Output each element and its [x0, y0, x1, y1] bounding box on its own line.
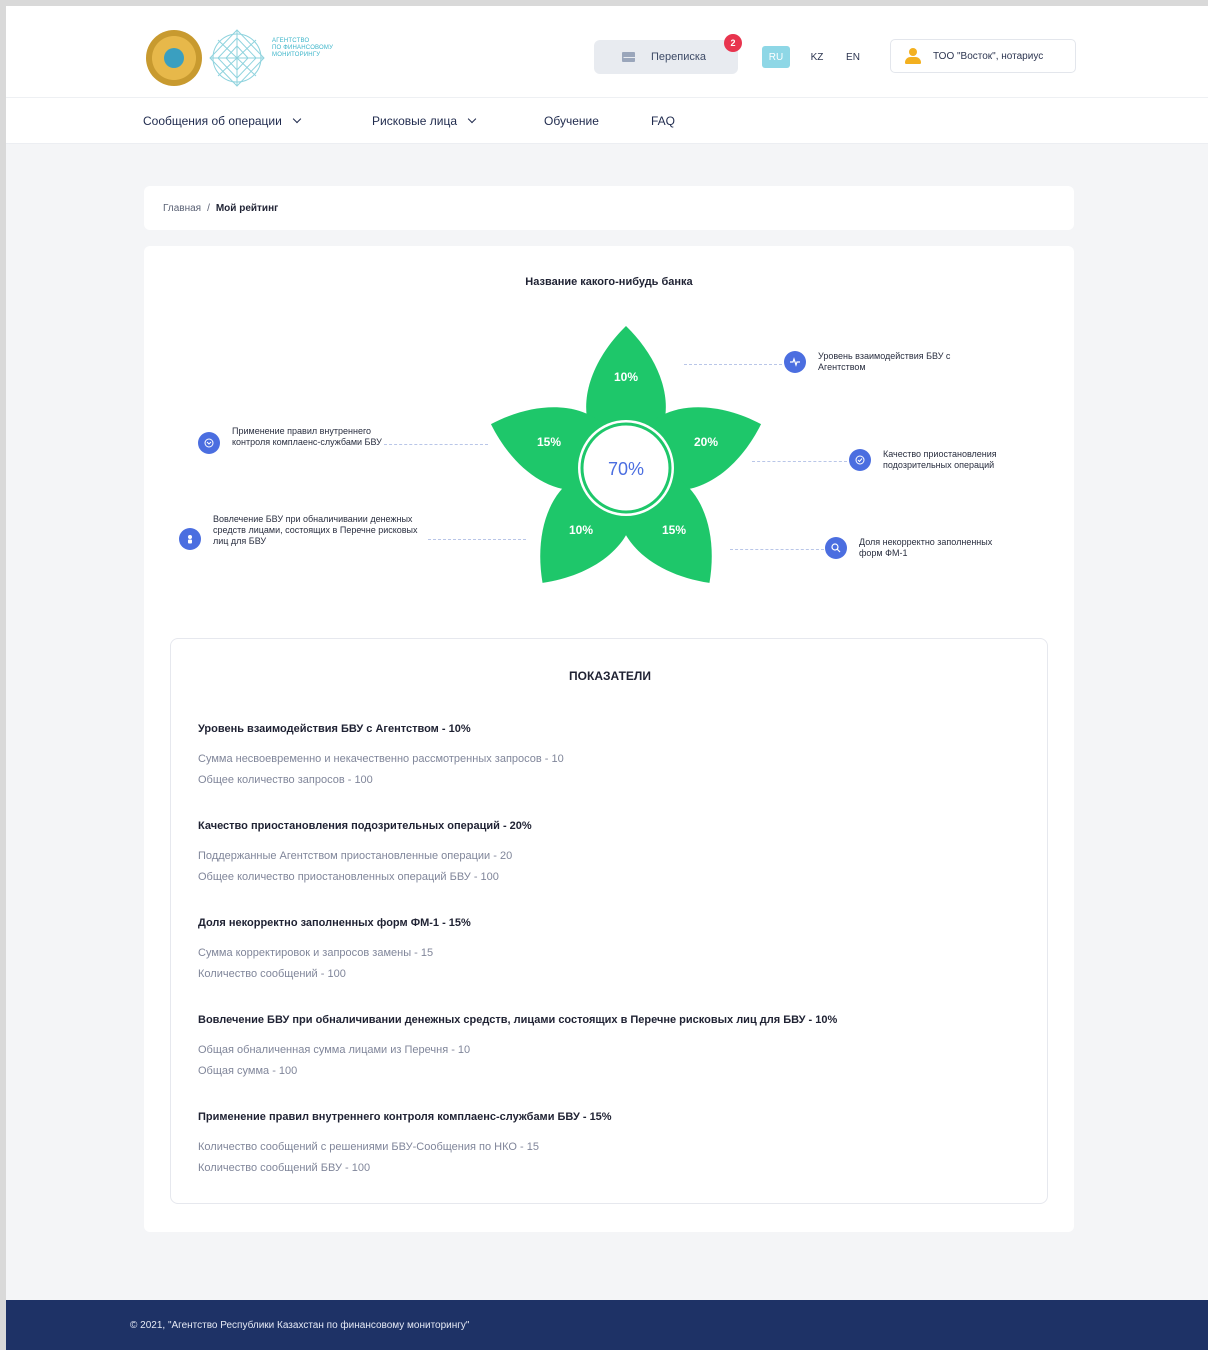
search-icon	[825, 537, 847, 559]
legend-cash-involvement: Вовлечение БВУ при обналичивании денежны…	[179, 514, 423, 550]
lang-ru[interactable]: RU	[762, 46, 790, 68]
nav-item-operations[interactable]: Сообщения об операции	[143, 114, 302, 128]
legend-text: Уровень взаимодействия БВУ с Агентством	[818, 351, 951, 372]
state-emblem-icon	[146, 30, 202, 86]
rating-flower-chart: 70% 10% 20% 15% 10% 15%	[490, 326, 762, 583]
nav-item-training[interactable]: Обучение	[544, 114, 599, 128]
user-menu[interactable]: ТОО "Восток", нотариус	[890, 39, 1076, 73]
indicator-item: Поддержанные Агентством приостановленные…	[198, 850, 513, 862]
indicators-title: ПОКАЗАТЕЛИ	[569, 669, 651, 683]
indicator-group: Вовлечение БВУ при обналичивании денежны…	[198, 1014, 837, 1082]
footer-copyright: © 2021, "Агентство Республики Казахстан …	[130, 1319, 470, 1331]
connector-line	[730, 549, 824, 550]
legend-internal-control: Применение правил внутреннего контроля к…	[198, 426, 382, 454]
legend-interaction: Уровень взаимодействия БВУ с Агентством	[784, 351, 978, 373]
petal-label-right: 20%	[694, 435, 718, 449]
mail-icon	[198, 432, 220, 454]
petal-label-bottom-right: 15%	[662, 523, 686, 537]
nav-item-label: Сообщения об операции	[143, 114, 282, 128]
breadcrumb: Главная / Мой рейтинг	[144, 186, 1074, 230]
messages-label: Переписка	[651, 51, 707, 63]
breadcrumb-home[interactable]: Главная	[163, 203, 201, 214]
indicator-item: Общая сумма - 100	[198, 1065, 298, 1077]
logo-line: ПО ФИНАНСОВОМУ	[272, 45, 334, 51]
indicator-item: Количество сообщений БВУ - 100	[198, 1162, 371, 1174]
lang-kz[interactable]: KZ	[806, 46, 828, 68]
petal-label-bottom-left: 10%	[569, 523, 593, 537]
indicator-heading: Уровень взаимодействия БВУ с Агентством …	[198, 723, 471, 735]
indicator-heading: Применение правил внутреннего контроля к…	[198, 1111, 612, 1123]
indicator-item: Общее количество запросов - 100	[198, 774, 373, 786]
agency-logo-icon[interactable]	[206, 28, 268, 88]
messages-button[interactable]: Переписка	[594, 40, 738, 74]
user-icon	[905, 48, 921, 64]
user-name: ТОО "Восток", нотариус	[933, 50, 1044, 62]
legend-suspension: Качество приостановления подозрительных …	[849, 449, 1053, 471]
nav-item-faq[interactable]: FAQ	[651, 114, 675, 128]
rating-title: Название какого-нибудь банка	[525, 276, 693, 288]
legend-fm1-forms: Доля некорректно заполненных форм ФМ-1	[825, 537, 1009, 559]
indicator-item: Общее количество приостановленных операц…	[198, 871, 499, 883]
nav-item-label: Рисковые лица	[372, 114, 458, 128]
nav-item-label: Обучение	[544, 114, 599, 128]
logo-line: АГЕНТСТВО	[272, 38, 310, 44]
indicator-group: Уровень взаимодействия БВУ с Агентством …	[198, 723, 564, 791]
indicator-heading: Качество приостановления подозрительных …	[198, 820, 532, 832]
logo-line: МОНИТОРИНГУ	[272, 52, 321, 58]
indicator-item: Сумма корректировок и запросов замены - …	[198, 947, 434, 959]
petal-label-top: 10%	[614, 370, 638, 384]
rating-card: Название какого-нибудь банка 70% 10% 20%…	[144, 246, 1074, 1232]
lang-en[interactable]: EN	[842, 46, 864, 68]
indicator-heading: Вовлечение БВУ при обналичивании денежны…	[198, 1014, 838, 1026]
main-nav: Сообщения об операции Рисковые лица Обуч…	[6, 98, 1208, 144]
connector-line	[684, 364, 782, 365]
logo-subline	[272, 59, 372, 66]
breadcrumb-current: Мой рейтинг	[215, 202, 279, 214]
indicator-item: Количество сообщений - 100	[198, 968, 346, 980]
indicator-item: Общая обналиченная сумма лицами из Переч…	[198, 1044, 471, 1056]
check-icon	[849, 449, 871, 471]
pulse-icon	[784, 351, 806, 373]
envelope-icon	[622, 52, 635, 62]
indicator-group: Применение правил внутреннего контроля к…	[198, 1111, 612, 1179]
agency-logo-text: АГЕНТСТВО ПО ФИНАНСОВОМУ МОНИТОРИНГУ	[272, 38, 372, 66]
indicator-group: Доля некорректно заполненных форм ФМ-1 -…	[198, 917, 471, 985]
person-icon	[179, 528, 201, 550]
legend-text: Вовлечение БВУ при обналичивании денежны…	[213, 514, 418, 546]
nav-item-label: FAQ	[651, 114, 676, 128]
connector-line	[384, 444, 488, 445]
indicator-heading: Доля некорректно заполненных форм ФМ-1 -…	[198, 917, 471, 929]
chevron-down-icon	[467, 114, 477, 124]
indicator-item: Количество сообщений с решениями БВУ-Соо…	[198, 1141, 539, 1153]
petal-label-left: 15%	[537, 435, 561, 449]
nav-item-risk-persons[interactable]: Рисковые лица	[372, 114, 477, 128]
indicators-card: ПОКАЗАТЕЛИ Уровень взаимодействия БВУ с …	[170, 638, 1048, 1204]
legend-text: Применение правил внутреннего контроля к…	[232, 426, 382, 447]
legend-text: Качество приостановления подозрительных …	[883, 449, 997, 470]
header: АГЕНТСТВО ПО ФИНАНСОВОМУ МОНИТОРИНГУ Пер…	[6, 6, 1208, 98]
connector-line	[428, 539, 526, 540]
legend-text: Доля некорректно заполненных форм ФМ-1	[859, 537, 993, 558]
total-score: 70%	[608, 459, 644, 479]
messages-count-badge: 2	[724, 34, 742, 52]
breadcrumb-separator: /	[207, 202, 210, 214]
connector-line	[752, 461, 847, 462]
chevron-down-icon	[292, 114, 302, 124]
footer: © 2021, "Агентство Республики Казахстан …	[6, 1300, 1208, 1350]
indicator-group: Качество приостановления подозрительных …	[198, 820, 532, 888]
indicator-item: Сумма несвоевременно и некачественно рас…	[198, 753, 564, 765]
